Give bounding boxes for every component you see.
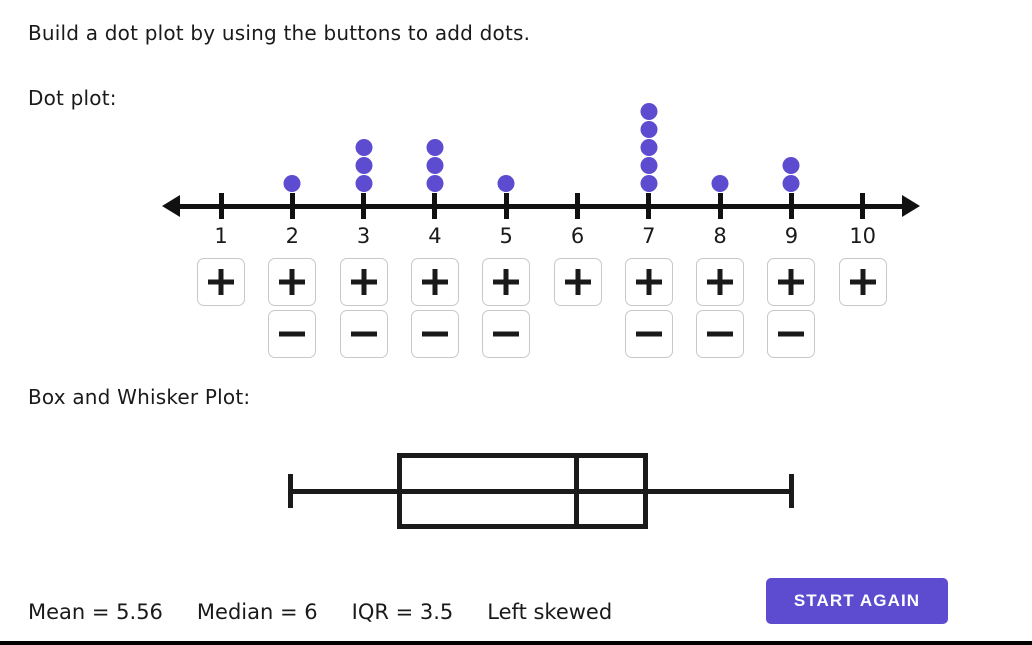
plus-icon	[289, 269, 295, 295]
start-again-button[interactable]: START AGAIN	[766, 578, 948, 624]
plus-icon	[717, 269, 723, 295]
data-dot	[640, 175, 658, 192]
remove-dot-button-4[interactable]	[410, 310, 459, 358]
data-dot	[640, 157, 658, 174]
remove-dot-button-8[interactable]	[696, 310, 745, 358]
stat-median: Median = 6	[196, 600, 318, 624]
add-dot-button-4[interactable]	[410, 258, 459, 306]
axis-tick	[361, 193, 367, 219]
remove-dot-button-7[interactable]	[624, 310, 673, 358]
axis-tick	[646, 193, 652, 219]
axis-tick	[575, 193, 580, 219]
remove-dot-button-2[interactable]	[268, 310, 317, 358]
data-dot	[355, 139, 373, 156]
data-dot	[355, 157, 373, 174]
data-dot	[711, 175, 729, 192]
add-dot-button-5[interactable]	[482, 258, 531, 306]
remove-dot-button-9[interactable]	[767, 310, 816, 358]
stat-iqr: IQR = 3.5	[351, 600, 454, 624]
axis-arrow-left-icon	[162, 195, 180, 217]
data-dot	[782, 157, 800, 174]
minus-icon	[778, 331, 805, 337]
axis-tick-label: 3	[356, 224, 371, 248]
whisker-line	[290, 488, 791, 494]
whisker-cap-min	[287, 474, 293, 508]
axis-tick	[289, 193, 295, 219]
stat-skew: Left skewed	[487, 600, 613, 624]
remove-dot-button-5[interactable]	[482, 310, 531, 358]
data-dot	[283, 175, 301, 192]
plus-icon	[646, 269, 652, 295]
dot-plot-chart: 1 2 3 4 5 6 7 8 9 10	[0, 0, 1032, 360]
axis-tick-label: 7	[642, 224, 656, 248]
data-dot	[426, 175, 444, 192]
plus-icon	[432, 269, 438, 295]
minus-icon	[350, 331, 377, 337]
iqr-box	[397, 453, 648, 529]
add-dot-button-3[interactable]	[339, 258, 388, 306]
axis-tick-label: 8	[713, 224, 727, 248]
data-dot	[497, 175, 515, 192]
axis-tick-label: 1	[214, 224, 228, 248]
data-dot	[355, 175, 373, 192]
boxplot-section-label: Box and Whisker Plot:	[28, 385, 251, 409]
add-dot-button-2[interactable]	[268, 258, 317, 306]
dotplot-section-label: Dot plot:	[28, 86, 117, 110]
minus-icon	[635, 331, 662, 337]
data-dot	[426, 157, 444, 174]
axis-tick	[432, 193, 438, 219]
dot-plot-activity: Build a dot plot by using the buttons to…	[0, 0, 1032, 645]
data-dot	[640, 103, 658, 120]
add-dot-button-8[interactable]	[696, 258, 745, 306]
median-line	[573, 453, 579, 529]
axis-tick-label: 6	[570, 224, 585, 248]
plus-icon	[218, 269, 224, 295]
number-line	[179, 204, 903, 209]
plus-icon	[503, 269, 509, 295]
axis-tick	[218, 193, 224, 219]
axis-tick	[503, 193, 509, 219]
axis-arrow-right-icon	[901, 195, 920, 217]
whisker-cap-max	[788, 474, 794, 508]
data-dot	[782, 175, 800, 192]
data-dot	[426, 139, 444, 156]
data-dot	[640, 139, 658, 156]
dot-plot-axis-layer: 1 2 3 4 5 6 7 8 9 10	[0, 0, 1032, 360]
axis-tick-label: 2	[285, 224, 299, 248]
minus-icon	[421, 331, 448, 337]
plus-icon	[575, 269, 580, 295]
plus-icon	[860, 269, 866, 295]
axis-tick	[860, 193, 866, 219]
add-dot-button-6[interactable]	[553, 258, 602, 306]
add-dot-button-10[interactable]	[838, 258, 887, 306]
summary-statistics: Mean = 5.56 Median = 6 IQR = 3.5 Left skewe…	[28, 600, 612, 624]
axis-tick-label: 10	[849, 224, 877, 248]
plus-icon	[788, 269, 794, 295]
axis-tick-label: 9	[784, 224, 799, 248]
prompt-text: Build a dot plot by using the buttons to…	[28, 21, 531, 45]
plus-icon	[361, 269, 367, 295]
minus-icon	[279, 331, 306, 337]
stat-mean: Mean = 5.56	[28, 600, 163, 624]
minus-icon	[493, 331, 520, 337]
add-dot-button-1[interactable]	[197, 258, 245, 306]
axis-tick-label: 5	[499, 224, 513, 248]
data-dot	[640, 121, 658, 138]
minus-icon	[707, 331, 734, 337]
axis-tick	[717, 193, 723, 219]
add-dot-button-7[interactable]	[624, 258, 673, 306]
axis-tick-label: 4	[428, 224, 442, 248]
remove-dot-button-3[interactable]	[339, 310, 388, 358]
axis-tick	[788, 193, 794, 219]
add-dot-button-9[interactable]	[767, 258, 816, 306]
